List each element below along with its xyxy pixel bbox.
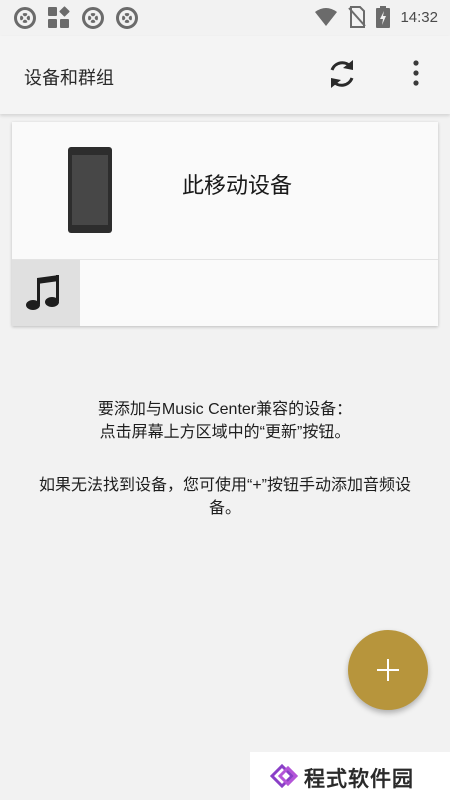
- film-reel-icon: [14, 7, 36, 29]
- film-reel-icon: [82, 7, 104, 29]
- app-bar: 设备和群组: [0, 36, 450, 114]
- music-source-button[interactable]: [12, 260, 80, 326]
- notification-icons: [14, 6, 138, 29]
- app-grid-icon: [48, 6, 70, 29]
- page-title: 设备和群组: [24, 68, 114, 88]
- no-sim-icon: [348, 6, 367, 28]
- instruction-line-2: 点击屏幕上方区域中的“更新”按钮。: [99, 424, 351, 441]
- music-note-icon: [26, 275, 59, 310]
- watermark: 程式软件园: [250, 752, 450, 800]
- refresh-icon: [330, 60, 354, 88]
- add-device-instructions: 要添加与Music Center兼容的设备： 点击屏幕上方区域中的“更新”按钮。: [0, 398, 450, 444]
- status-bar: 14:32: [0, 0, 450, 36]
- more-vert-icon: [413, 60, 419, 86]
- watermark-text: 程式软件园: [304, 768, 414, 791]
- device-card[interactable]: 此移动设备: [12, 122, 438, 326]
- add-device-fab[interactable]: [348, 630, 428, 710]
- film-reel-icon: [116, 7, 138, 29]
- manual-add-hint: 如果无法找到设备，您可使用“+”按钮手动添加音频设备。: [38, 477, 411, 517]
- wifi-icon: [315, 8, 338, 26]
- status-time: 14:32: [400, 8, 438, 26]
- watermark-logo-icon: [270, 764, 298, 788]
- smartphone-icon: [68, 147, 112, 233]
- more-options-button[interactable]: [404, 56, 428, 92]
- device-name: 此移动设备: [182, 173, 293, 198]
- system-icons: 14:32: [314, 6, 438, 28]
- instruction-line-1: 要添加与Music Center兼容的设备：: [97, 401, 353, 418]
- device-row[interactable]: 此移动设备: [12, 122, 438, 259]
- battery-charging-icon: [376, 6, 391, 28]
- refresh-button[interactable]: [324, 56, 360, 92]
